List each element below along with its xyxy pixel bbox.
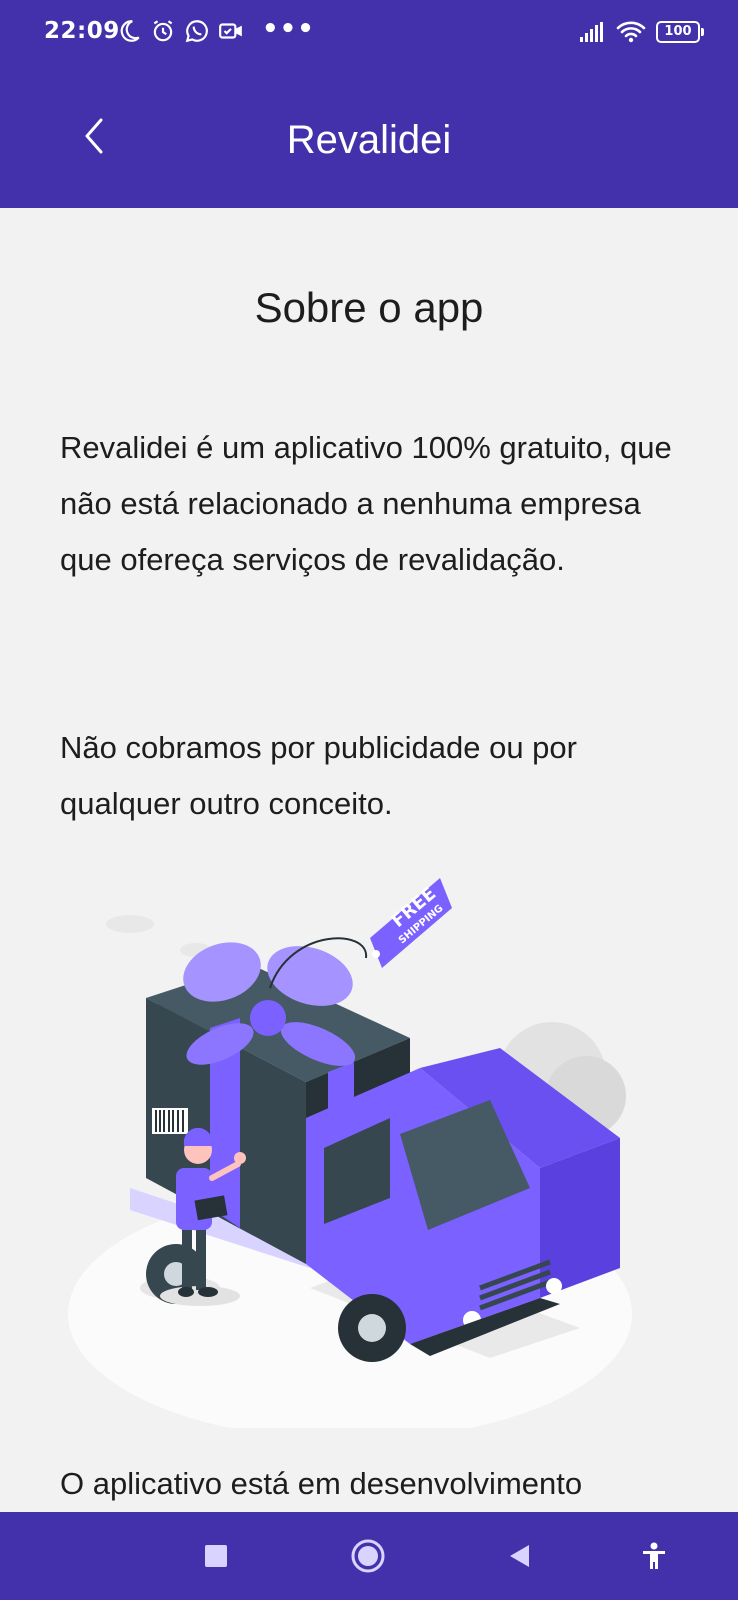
whatsapp-icon	[185, 20, 208, 43]
status-icons-left	[116, 18, 244, 44]
battery-icon: 100	[656, 21, 704, 43]
paragraph-free-app: Revalidei é um aplicativo 100% gratuito,…	[60, 430, 672, 577]
accessibility-button[interactable]	[632, 1534, 676, 1578]
more-dots: •••	[262, 14, 315, 44]
home-circle-icon	[351, 1539, 385, 1573]
status-icons-right: 100	[578, 20, 704, 44]
recents-square-icon	[205, 1545, 227, 1567]
accessibility-icon	[643, 1542, 665, 1569]
nav-back-button[interactable]	[498, 1534, 542, 1578]
free-shipping-truck-illustration: FREE SHIPPING	[68, 878, 632, 1428]
alarm-icon	[153, 20, 173, 42]
video-icon	[219, 23, 242, 39]
paragraph-development: O aplicativo está em desenvolvimento	[60, 1466, 583, 1501]
moon-icon	[120, 20, 140, 42]
status-bar: 22:09 ••• 100	[0, 0, 738, 66]
paragraph-no-charge: Não cobramos por publicidade ou por qual…	[60, 730, 577, 821]
app-bar: Revalidei	[0, 66, 738, 208]
recents-button[interactable]	[194, 1534, 238, 1578]
system-nav-bar	[0, 1512, 738, 1600]
wifi-icon	[616, 21, 646, 43]
app-title: Revalidei	[286, 118, 452, 162]
back-triangle-icon	[510, 1545, 529, 1567]
content-scroll[interactable]: Sobre o app Revalidei é um aplicativo 10…	[0, 208, 738, 1512]
status-time: 22:09	[44, 18, 120, 44]
home-button[interactable]	[346, 1534, 390, 1578]
section-title: Sobre o app	[254, 284, 484, 331]
signal-icon	[580, 22, 603, 42]
